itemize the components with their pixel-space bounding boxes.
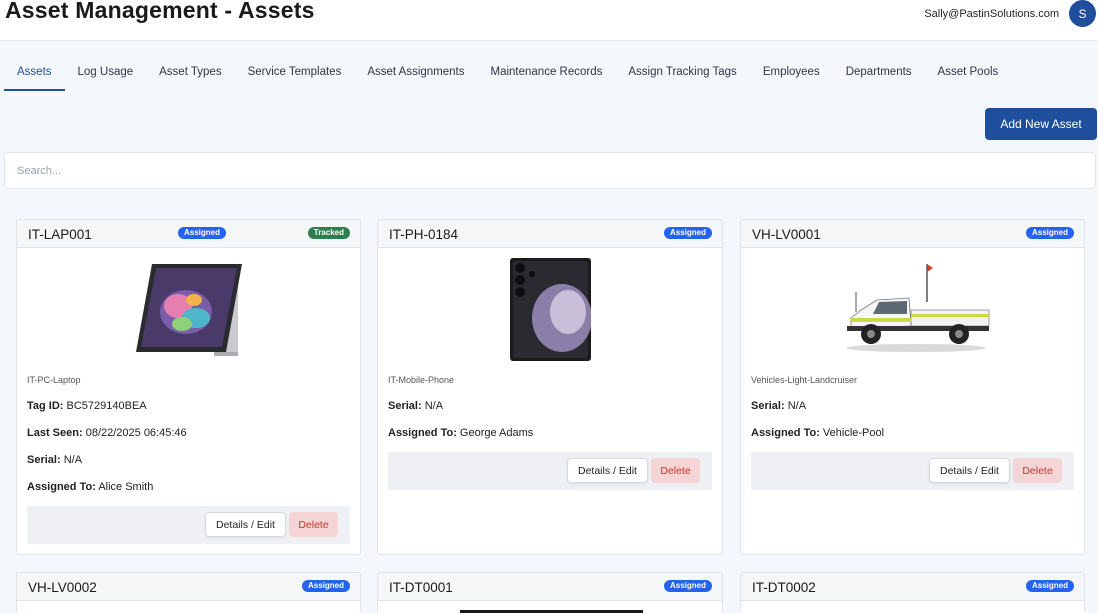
tab-maintenance-records[interactable]: Maintenance Records [477, 57, 615, 91]
phone-image [510, 258, 591, 361]
asset-id: IT-DT0001 [389, 580, 453, 595]
serial-value: N/A [424, 400, 444, 412]
details-edit-button[interactable]: Details / Edit [205, 512, 286, 537]
last-seen-field: Last Seen: 08/22/2025 06:45:46 [27, 427, 187, 439]
tag-id-field: Tag ID: BC5729140BEA [27, 400, 147, 412]
asset-id: IT-LAP001 [28, 227, 92, 242]
status-badge-assigned: Assigned [663, 580, 712, 592]
nav-tabs: Assets Log Usage Asset Types Service Tem… [4, 57, 1011, 91]
asset-type: IT-PC-Laptop [27, 375, 81, 385]
laptop-image [136, 264, 242, 356]
card-header: IT-LAP001 Assigned Tracked [17, 220, 360, 248]
serial-field: Serial: N/A [751, 400, 806, 412]
asset-id: VH-LV0002 [28, 580, 97, 595]
asset-card: VH-LV0001 Assigned Vehicles-Light-Landcr… [740, 219, 1085, 555]
asset-card: IT-LAP001 Assigned Tracked IT-PC-Laptop … [16, 219, 361, 555]
assigned-to-value: George Adams [459, 427, 534, 439]
status-badge-assigned: Assigned [1025, 227, 1074, 239]
page-title: Asset Management - Assets [5, 0, 315, 23]
asset-type: IT-Mobile-Phone [388, 375, 455, 385]
top-bar: Asset Management - Assets Sally@PastinSo… [0, 0, 1098, 41]
card-header: VH-LV0001 Assigned [741, 220, 1084, 248]
serial-label: Serial: [27, 454, 61, 466]
asset-card: IT-DT0002 Assigned [740, 572, 1085, 613]
search-input[interactable] [5, 153, 1095, 188]
tab-assets[interactable]: Assets [4, 57, 65, 91]
serial-label: Serial: [751, 400, 785, 412]
tab-departments[interactable]: Departments [833, 57, 925, 91]
tab-asset-assignments[interactable]: Asset Assignments [354, 57, 477, 91]
tag-id-label: Tag ID: [27, 400, 64, 412]
asset-id: VH-LV0001 [752, 227, 821, 242]
status-badge-assigned: Assigned [178, 227, 227, 239]
card-actions: Details / Edit Delete [388, 452, 712, 490]
assigned-to-field: Assigned To: George Adams [388, 427, 533, 439]
serial-label: Serial: [388, 400, 422, 412]
asset-card: IT-DT0001 Assigned [377, 572, 723, 613]
serial-value: N/A [787, 400, 807, 412]
assigned-to-field: Assigned To: Vehicle-Pool [751, 427, 884, 439]
details-edit-button[interactable]: Details / Edit [929, 458, 1010, 483]
search-box [4, 152, 1096, 189]
serial-field: Serial: N/A [27, 454, 82, 466]
card-header: IT-DT0002 Assigned [741, 573, 1084, 601]
delete-button[interactable]: Delete [289, 512, 338, 537]
card-header: VH-LV0002 Assigned [17, 573, 360, 601]
assigned-to-value: Vehicle-Pool [822, 427, 885, 439]
assigned-to-label: Assigned To: [27, 481, 96, 493]
asset-card: IT-PH-0184 Assigned IT-Mobile-Phone Seri… [377, 219, 723, 555]
assigned-to-label: Assigned To: [388, 427, 457, 439]
delete-button[interactable]: Delete [1013, 458, 1062, 483]
user-email: Sally@PastinSolutions.com [924, 8, 1059, 20]
card-header: IT-DT0001 Assigned [378, 573, 722, 601]
status-badge-tracked: Tracked [307, 227, 350, 239]
last-seen-value: 08/22/2025 06:45:46 [85, 427, 187, 439]
serial-field: Serial: N/A [388, 400, 443, 412]
tag-id-value: BC5729140BEA [66, 400, 147, 412]
status-badge-assigned: Assigned [663, 227, 712, 239]
status-badge-assigned: Assigned [1025, 580, 1074, 592]
assigned-to-label: Assigned To: [751, 427, 820, 439]
card-header: IT-PH-0184 Assigned [378, 220, 722, 248]
vehicle-image [846, 264, 990, 352]
asset-type: Vehicles-Light-Landcruiser [751, 375, 858, 385]
asset-id: IT-DT0002 [752, 580, 816, 595]
asset-card: VH-LV0002 Assigned [16, 572, 361, 613]
tab-employees[interactable]: Employees [750, 57, 833, 91]
status-badge-assigned: Assigned [301, 580, 350, 592]
tab-service-templates[interactable]: Service Templates [235, 57, 355, 91]
assigned-to-value: Alice Smith [98, 481, 154, 493]
tab-log-usage[interactable]: Log Usage [65, 57, 147, 91]
tab-asset-types[interactable]: Asset Types [146, 57, 234, 91]
delete-button[interactable]: Delete [651, 458, 700, 483]
serial-value: N/A [63, 454, 83, 466]
user-avatar[interactable]: S [1069, 0, 1096, 27]
card-actions: Details / Edit Delete [751, 452, 1074, 490]
card-actions: Details / Edit Delete [27, 506, 350, 544]
asset-id: IT-PH-0184 [389, 227, 459, 242]
add-new-asset-button[interactable]: Add New Asset [985, 108, 1097, 140]
assigned-to-field: Assigned To: Alice Smith [27, 481, 153, 493]
tab-asset-pools[interactable]: Asset Pools [925, 57, 1012, 91]
details-edit-button[interactable]: Details / Edit [567, 458, 648, 483]
tab-assign-tracking-tags[interactable]: Assign Tracking Tags [615, 57, 749, 91]
last-seen-label: Last Seen: [27, 427, 83, 439]
